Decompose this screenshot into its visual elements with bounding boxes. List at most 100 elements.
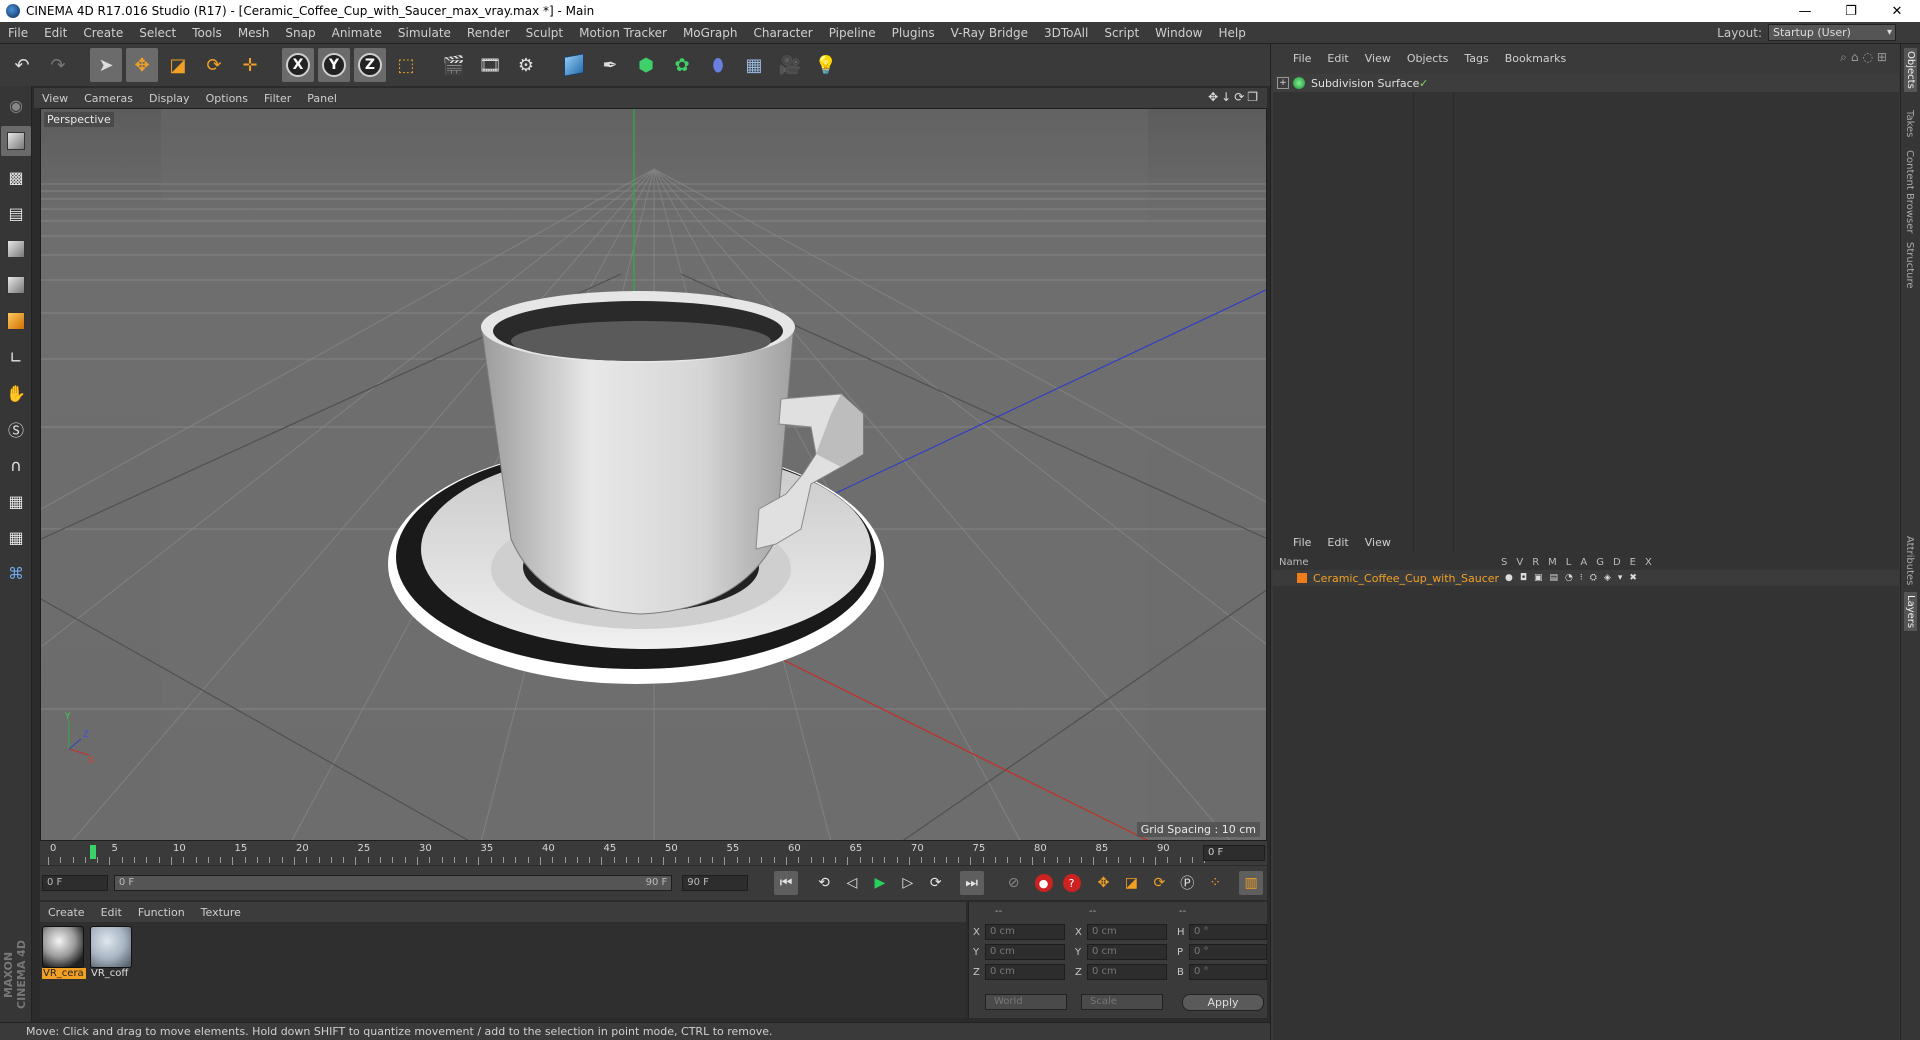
- previous-frame-icon[interactable]: ◁: [840, 871, 864, 895]
- menu-character[interactable]: Character: [745, 22, 820, 44]
- size-x-field[interactable]: 0 cm: [1087, 924, 1167, 940]
- material-swatch[interactable]: VR_cera: [42, 926, 86, 984]
- cube-primitive-icon[interactable]: [558, 48, 590, 82]
- menu-simulate[interactable]: Simulate: [390, 22, 459, 44]
- menu-vray-bridge[interactable]: V-Ray Bridge: [943, 22, 1036, 44]
- position-z-field[interactable]: 0 cm: [985, 964, 1065, 980]
- polygons-mode-icon[interactable]: [1, 306, 31, 336]
- x-axis-lock-icon[interactable]: X: [282, 48, 314, 82]
- workplane-mode-icon[interactable]: ▤: [1, 198, 31, 228]
- scale-tool-icon[interactable]: ◪: [162, 48, 194, 82]
- position-x-field[interactable]: 0 cm: [985, 924, 1065, 940]
- material-menu-create[interactable]: Create: [40, 906, 93, 919]
- object-manager-search-icons[interactable]: ⌕⌂◌⊞: [1840, 50, 1891, 65]
- spline-pen-icon[interactable]: ✒: [594, 48, 626, 82]
- menu-script[interactable]: Script: [1096, 22, 1147, 44]
- end-frame-field[interactable]: 90 F: [682, 875, 749, 891]
- minimize-button[interactable]: —: [1782, 0, 1828, 22]
- timeline-playhead[interactable]: [90, 845, 96, 859]
- layer-color-swatch[interactable]: [1297, 573, 1307, 583]
- next-frame-icon[interactable]: ▷: [896, 871, 920, 895]
- objects-menu-edit[interactable]: Edit: [1319, 52, 1356, 65]
- axis-mode-icon[interactable]: ∟: [1, 342, 31, 372]
- layer-row[interactable]: Ceramic_Coffee_Cup_with_Saucer ● ◘ ▣ ▤ ◔ ⁝ ⛭ ◈ ▾…: [1273, 570, 1899, 586]
- live-selection-icon[interactable]: ➤: [90, 48, 122, 82]
- key-pla-icon[interactable]: ⁘: [1203, 871, 1227, 895]
- menu-window[interactable]: Window: [1147, 22, 1210, 44]
- expand-toggle[interactable]: +: [1277, 77, 1289, 89]
- record-active-icon[interactable]: ●: [1034, 874, 1053, 892]
- current-frame-field[interactable]: 0 F: [1203, 845, 1265, 861]
- coordinate-system-icon[interactable]: ⬚: [390, 48, 422, 82]
- timeline-ruler[interactable]: 0 5 10 15 20 25 30 35 40 45 50 55 60 65 70 75 80 85 90 0 F: [40, 841, 1267, 865]
- coordinate-mode-dropdown[interactable]: World: [985, 994, 1067, 1010]
- menu-edit[interactable]: Edit: [36, 22, 75, 44]
- layer-list[interactable]: Ceramic_Coffee_Cup_with_Saucer ● ◘ ▣ ▤ ◔ ⁝ ⛭ ◈ ▾…: [1273, 570, 1899, 1040]
- size-mode-dropdown[interactable]: Scale: [1081, 994, 1163, 1010]
- viewport-navigation-icons[interactable]: ✥↓⟳❐: [1208, 90, 1261, 104]
- render-settings-icon[interactable]: ⚙: [510, 48, 542, 82]
- points-mode-icon[interactable]: [1, 234, 31, 264]
- viewport-menu-view[interactable]: View: [34, 92, 76, 105]
- make-editable-icon[interactable]: ◉: [1, 90, 31, 120]
- snapping-icon[interactable]: Ⓢ: [1, 414, 31, 444]
- record-keys-icon[interactable]: ⊘: [1002, 871, 1026, 895]
- timeline-window-icon[interactable]: ▥: [1239, 871, 1264, 895]
- render-view-icon[interactable]: 🎬: [438, 48, 470, 82]
- rotation-p-field[interactable]: 0 °: [1189, 944, 1267, 960]
- camera-icon[interactable]: 🎥: [774, 48, 806, 82]
- objects-menu-objects[interactable]: Objects: [1399, 52, 1457, 65]
- redo-icon[interactable]: ↷: [42, 48, 74, 82]
- position-y-field[interactable]: 0 cm: [985, 944, 1065, 960]
- object-row[interactable]: + Subdivision Surface ✓: [1273, 74, 1899, 92]
- texture-mode-icon[interactable]: ▩: [1, 162, 31, 192]
- rotation-b-field[interactable]: 0 °: [1189, 964, 1267, 980]
- close-button[interactable]: ✕: [1874, 0, 1920, 22]
- menu-file[interactable]: File: [0, 22, 36, 44]
- perspective-viewport[interactable]: Y X Z Perspective Grid Spacing : 10 cm: [40, 108, 1267, 841]
- y-axis-lock-icon[interactable]: Y: [318, 48, 350, 82]
- menu-sculpt[interactable]: Sculpt: [518, 22, 571, 44]
- menu-pipeline[interactable]: Pipeline: [821, 22, 884, 44]
- viewport-menu-filter[interactable]: Filter: [256, 92, 299, 105]
- locked-workplane-icon[interactable]: ▦: [1, 486, 31, 516]
- layer-flag-toggles[interactable]: ● ◘ ▣ ▤ ◔ ⁝ ⛭ ◈ ▾ ✖: [1505, 573, 1637, 583]
- menu-mograph[interactable]: MoGraph: [675, 22, 746, 44]
- subdivision-generator-icon[interactable]: ⬢: [630, 48, 662, 82]
- objects-menu-view[interactable]: View: [1357, 52, 1399, 65]
- transform-tool-icon[interactable]: ✛: [234, 48, 266, 82]
- key-rotation-icon[interactable]: ⟳: [1147, 871, 1171, 895]
- autokeying-icon[interactable]: ?: [1062, 874, 1081, 892]
- previous-key-icon[interactable]: ⟲: [812, 871, 836, 895]
- tab-objects[interactable]: Objects: [1904, 48, 1917, 92]
- menu-3dtoall[interactable]: 3DToAll: [1036, 22, 1096, 44]
- menu-help[interactable]: Help: [1210, 22, 1253, 44]
- z-axis-lock-icon[interactable]: Z: [354, 48, 386, 82]
- tab-takes[interactable]: Takes: [1904, 110, 1915, 137]
- layers-menu-file[interactable]: File: [1285, 536, 1319, 549]
- model-mode-icon[interactable]: [1, 126, 31, 156]
- objects-menu-file[interactable]: File: [1285, 52, 1319, 65]
- magnet-icon[interactable]: ∩: [1, 450, 31, 480]
- tweak-mode-icon[interactable]: ✋: [1, 378, 31, 408]
- menu-snap[interactable]: Snap: [277, 22, 323, 44]
- python-icon[interactable]: ⌘: [1, 558, 31, 588]
- edges-mode-icon[interactable]: [1, 270, 31, 300]
- menu-motion-tracker[interactable]: Motion Tracker: [571, 22, 675, 44]
- apply-button[interactable]: Apply: [1182, 994, 1264, 1011]
- tab-attributes[interactable]: Attributes: [1904, 536, 1915, 585]
- go-to-end-icon[interactable]: ⏭: [959, 871, 984, 895]
- frame-range-slider[interactable]: 0 F 90 F: [113, 875, 673, 891]
- menu-render[interactable]: Render: [459, 22, 518, 44]
- go-to-start-icon[interactable]: ⏮: [774, 871, 799, 895]
- material-menu-edit[interactable]: Edit: [93, 906, 130, 919]
- rotation-h-field[interactable]: 0 °: [1189, 924, 1267, 940]
- material-menu-texture[interactable]: Texture: [193, 906, 249, 919]
- key-position-icon[interactable]: ✥: [1092, 871, 1116, 895]
- layout-dropdown[interactable]: Startup (User): [1768, 24, 1896, 41]
- light-icon[interactable]: 💡: [810, 48, 842, 82]
- menu-create[interactable]: Create: [75, 22, 131, 44]
- key-scale-icon[interactable]: ◪: [1119, 871, 1143, 895]
- restore-button[interactable]: ❐: [1828, 0, 1874, 22]
- next-key-icon[interactable]: ⟳: [924, 871, 948, 895]
